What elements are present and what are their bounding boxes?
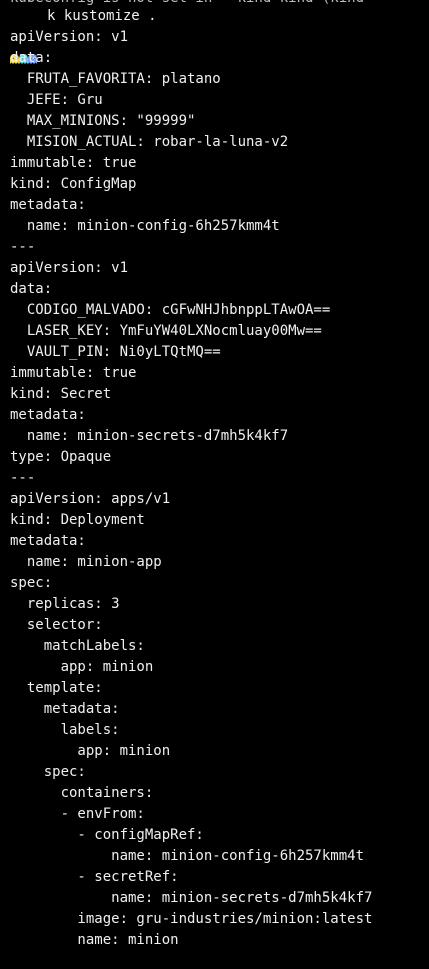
prompt-line: k kustomize . [10, 6, 372, 64]
output-line: apiVersion: apps/v1 [10, 491, 171, 507]
output-line: FRUTA_FAVORITA: platano [10, 71, 221, 87]
output-line: name: minion-config-6h257kmm4t [10, 218, 280, 234]
output-line: apiVersion: v1 [10, 29, 129, 45]
output-line: kind: ConfigMap [10, 176, 137, 192]
output-line: data: [10, 281, 53, 297]
terminal-window[interactable]: kubeconfig is not set in ~ kind kind (ki… [0, 0, 429, 969]
output-line: kind: Deployment [10, 512, 145, 528]
output-line: metadata: [10, 533, 86, 549]
pacman-ghost-yellow-icon [10, 12, 19, 64]
output-line: containers: [10, 785, 154, 801]
output-line: data: [10, 50, 53, 66]
output-line: name: minion-config-6h257kmm4t [10, 848, 365, 864]
output-line: - envFrom: [10, 806, 145, 822]
output-line: matchLabels: [10, 638, 145, 654]
output-line: immutable: true [10, 365, 137, 381]
output-line: MAX_MINIONS: "99999" [10, 113, 196, 129]
output-line: app: minion [10, 659, 154, 675]
output-line: immutable: true [10, 155, 137, 171]
output-line: --- [10, 470, 36, 486]
output-line: MISION_ACTUAL: robar-la-luna-v2 [10, 134, 289, 150]
output-line: VAULT_PIN: Ni0yLTQtMQ== [10, 344, 221, 360]
output-line: name: minion [10, 932, 179, 948]
output-line: replicas: 3 [10, 596, 120, 612]
prompt-icons [10, 12, 37, 64]
output-line: JEFE: Gru [10, 92, 103, 108]
output-line: name: minion-secrets-d7mh5k4kf7 [10, 890, 373, 906]
output-line: image: gru-industries/minion:latest [10, 911, 373, 927]
output-line: - configMapRef: [10, 827, 204, 843]
output-line: metadata: [10, 701, 120, 717]
pacman-ghost-cyan-icon [19, 12, 28, 64]
output-line: metadata: [10, 197, 86, 213]
output-line: type: Opaque [10, 449, 112, 465]
output-line: spec: [10, 575, 53, 591]
output-line: kind: Secret [10, 386, 112, 402]
output-line: - secretRef: [10, 869, 179, 885]
output-line: --- [10, 239, 36, 255]
output-line: name: minion-secrets-d7mh5k4kf7 [10, 428, 289, 444]
output-line: name: minion-app [10, 554, 162, 570]
output-line: selector: [10, 617, 103, 633]
output-line: template: [10, 680, 103, 696]
output-line: CODIGO_MALVADO: cGFwNHJhbnppLTAwOA== [10, 302, 331, 318]
prompt-command: k kustomize . [47, 8, 157, 24]
output-line: LASER_KEY: YmFuYW40LXNocmluay00Mw== [10, 323, 322, 339]
output-line: labels: [10, 722, 120, 738]
output-line: apiVersion: v1 [10, 260, 129, 276]
output-line: metadata: [10, 407, 86, 423]
pacman-ghost-blue-icon [28, 12, 37, 64]
output-line: app: minion [10, 743, 171, 759]
output-line: spec: [10, 764, 86, 780]
terminal-output: k kustomize . apiVersion: v1 data: FRUTA… [10, 6, 372, 951]
